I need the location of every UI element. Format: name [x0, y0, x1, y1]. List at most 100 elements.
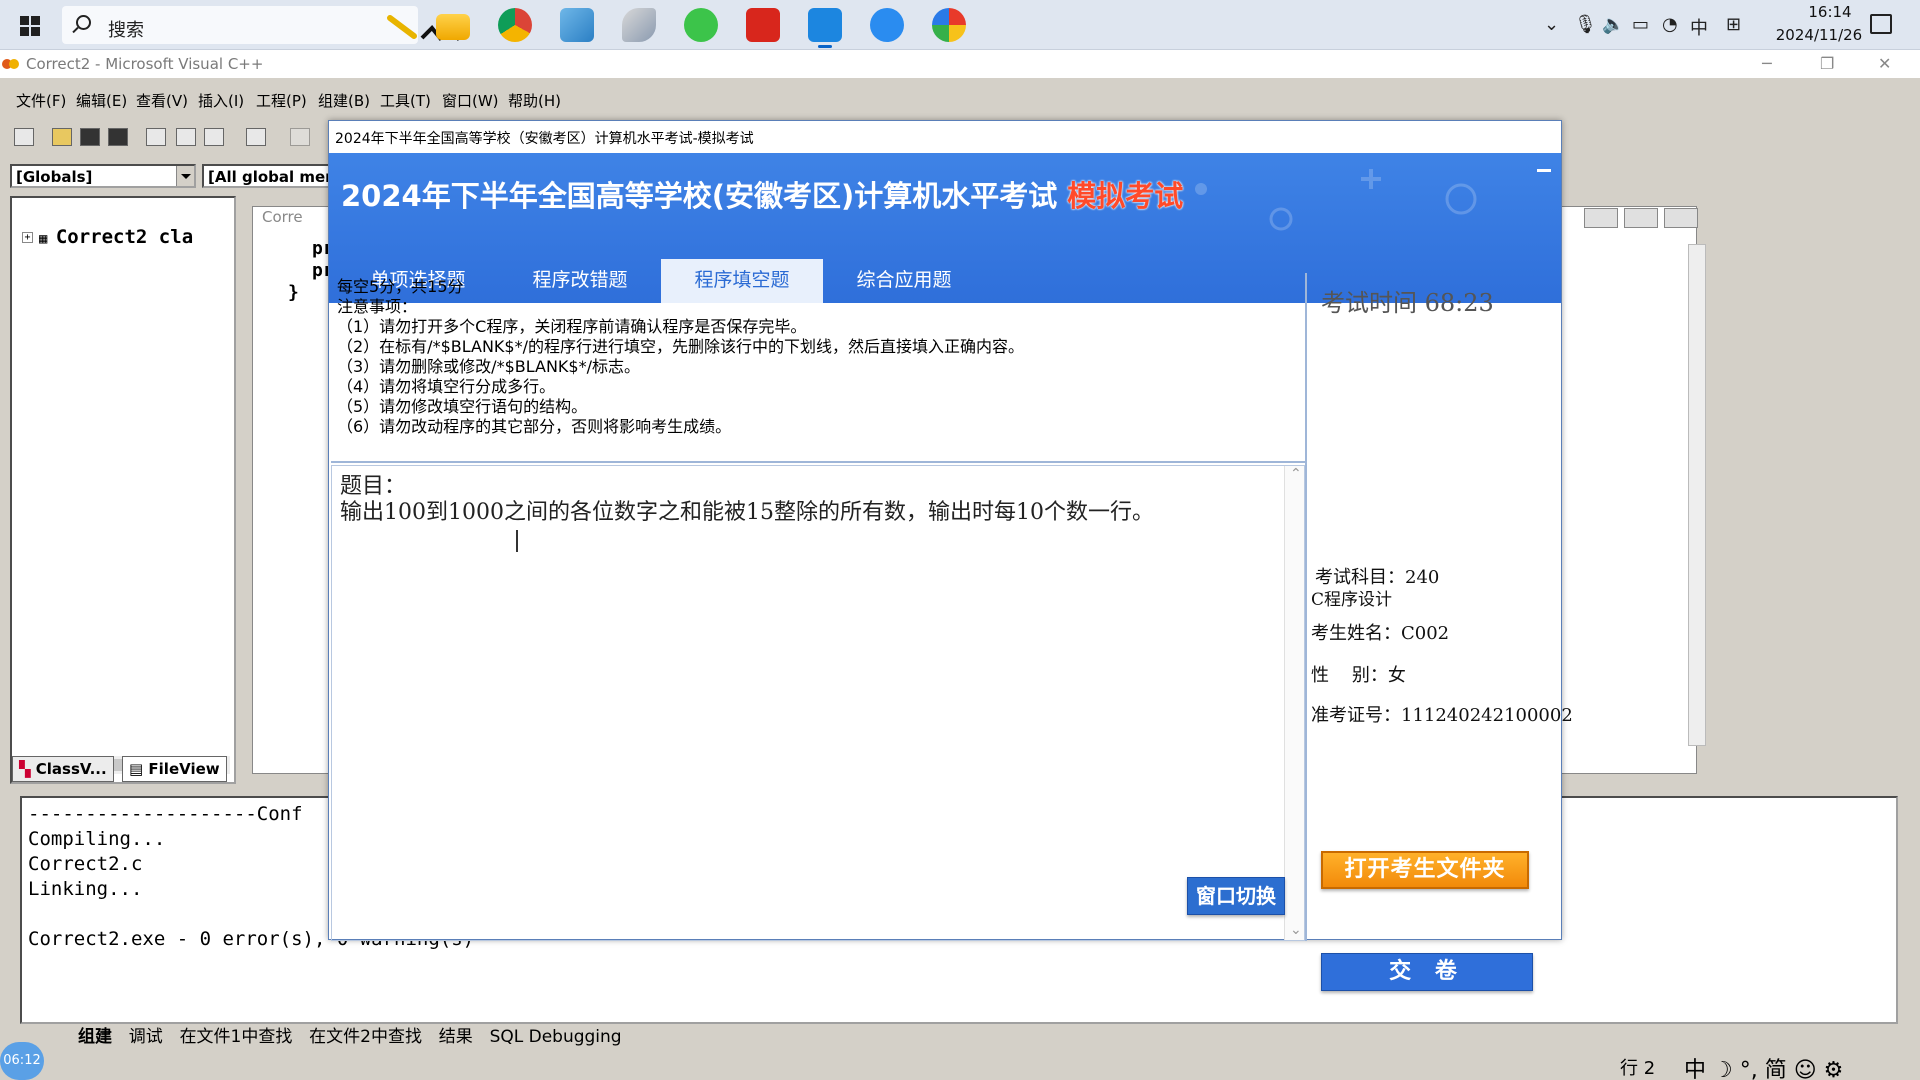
- new-file-icon[interactable]: [14, 128, 34, 146]
- menu-insert[interactable]: 插入(I): [198, 90, 244, 111]
- close-button[interactable]: ✕: [1878, 54, 1891, 73]
- acrobat-icon[interactable]: [746, 8, 780, 42]
- editor-tab-title: Corre: [262, 208, 303, 226]
- save-all-icon[interactable]: [108, 128, 128, 146]
- tab-find-in-files-1[interactable]: 在文件1中查找: [180, 1022, 293, 1047]
- members-combo[interactable]: [All global mem: [202, 164, 332, 188]
- code-line: }: [288, 282, 299, 303]
- file-explorer-icon[interactable]: [436, 14, 470, 40]
- chevron-down-icon[interactable]: [176, 166, 194, 186]
- mdi-restore-button[interactable]: [1624, 208, 1658, 228]
- output-tabs: 组建 调试 在文件1中查找 在文件2中查找 结果 SQL Debugging: [28, 1022, 634, 1047]
- editor-code[interactable]: pr pr }: [264, 238, 334, 304]
- question-body: 输出100到1000之间的各位数字之和能被15整除的所有数，输出时每10个数一行…: [340, 500, 1154, 525]
- menu-view[interactable]: 查看(V): [136, 90, 188, 111]
- text-cursor: [516, 530, 518, 552]
- recording-timer-badge[interactable]: 06:12: [0, 1042, 44, 1080]
- status-bar: 行 2 中 ☽ °, 简 ☺ ⚙: [0, 1050, 1920, 1080]
- expand-icon[interactable]: +: [22, 232, 33, 243]
- paint-app-icon[interactable]: [932, 8, 966, 42]
- question-vscrollbar[interactable]: [1284, 466, 1304, 940]
- subject-code: 240: [1405, 567, 1440, 588]
- tab-results[interactable]: 结果: [439, 1022, 473, 1047]
- taskbar: 搜索 ⌄ 🎙 🔈 ▭ ◔ 中 ⊞ 16:14 2024/11/26: [0, 0, 1920, 50]
- qq-browser-icon[interactable]: [870, 8, 904, 42]
- editor-vscrollbar[interactable]: [1688, 244, 1706, 746]
- open-folder-icon[interactable]: [52, 128, 72, 146]
- tab-debug[interactable]: 调试: [129, 1022, 163, 1047]
- workspace-tree-item[interactable]: + ▦ Correct2 cla: [22, 226, 193, 248]
- question-label: 题目：: [340, 474, 407, 499]
- globals-combo[interactable]: [Globals]: [10, 164, 196, 188]
- tree-item-label: Correct2 cla: [55, 226, 194, 248]
- undo-icon[interactable]: [246, 128, 266, 146]
- cut-icon[interactable]: [146, 128, 166, 146]
- menu-file[interactable]: 文件(F): [16, 90, 66, 111]
- menu-project[interactable]: 工程(P): [256, 90, 307, 111]
- wifi-icon[interactable]: ◔: [1662, 14, 1678, 35]
- tab-classview[interactable]: ▚ ClassV...: [12, 756, 114, 782]
- ime-toolbar-icons[interactable]: 中 ☽ °, 简 ☺ ⚙: [1684, 1052, 1843, 1080]
- submit-exam-button[interactable]: 交 卷: [1321, 953, 1533, 991]
- clock-time[interactable]: 16:14: [1788, 3, 1872, 21]
- notice-line: 注意事项：: [337, 297, 418, 316]
- menu-window[interactable]: 窗口(W): [442, 90, 499, 111]
- exam-window-title: 2024年下半年全国高等学校（安徽考区）计算机水平考试-模拟考试: [335, 131, 754, 147]
- classview-icon: ▚: [19, 760, 31, 778]
- menu-help[interactable]: 帮助(H): [508, 90, 561, 111]
- code-line: pr: [312, 238, 334, 259]
- save-icon[interactable]: [80, 128, 100, 146]
- notice-line: 每空5分，共15分: [337, 277, 464, 296]
- copy-icon[interactable]: [176, 128, 196, 146]
- vc-window-title: Correct2 - Microsoft Visual C++: [26, 55, 264, 73]
- mdi-close-button[interactable]: [1664, 208, 1698, 228]
- mdi-minimize-button[interactable]: [1584, 208, 1618, 228]
- chrome-icon[interactable]: [498, 8, 532, 42]
- tray-chevron-up-icon[interactable]: ⌄: [1544, 14, 1559, 35]
- vc-toolbar: [0, 120, 340, 154]
- exam-titlebar: 2024年下半年全国高等学校（安徽考区）计算机水平考试-模拟考试: [329, 121, 1561, 153]
- question-text: 题目： 输出100到1000之间的各位数字之和能被15整除的所有数，输出时每10…: [340, 474, 1240, 526]
- gender-label: 性 别：: [1311, 665, 1388, 686]
- heading-text: 2024年下半年全国高等学校(安徽考区)计算机水平考试: [341, 179, 1058, 213]
- ticket-value: 111240242100002: [1401, 705, 1573, 726]
- switch-window-button[interactable]: 窗口切换: [1187, 877, 1285, 915]
- wechat-icon[interactable]: [684, 8, 718, 42]
- taskbar-search-input[interactable]: 搜索: [62, 6, 470, 44]
- vc-titlebar: Correct2 - Microsoft Visual C++ ─ ❐ ✕: [0, 50, 1920, 78]
- workspace-pane: + ▦ Correct2 cla: [10, 196, 236, 784]
- ticket-number: 准考证号：111240242100002: [1311, 701, 1573, 727]
- exam-minimize-button[interactable]: [1529, 155, 1559, 183]
- menu-edit[interactable]: 编辑(E): [76, 90, 127, 111]
- ime-language-indicator[interactable]: 中: [1690, 14, 1708, 40]
- minimize-button[interactable]: ─: [1762, 54, 1772, 73]
- tab-find-in-files-2[interactable]: 在文件2中查找: [309, 1022, 422, 1047]
- redo-icon[interactable]: [290, 128, 310, 146]
- menu-tools[interactable]: 工具(T): [380, 90, 431, 111]
- exam-timer: 考试时间 68:23: [1321, 283, 1494, 318]
- notification-center-icon[interactable]: [1870, 14, 1892, 34]
- paste-icon[interactable]: [204, 128, 224, 146]
- remote-desktop-icon[interactable]: [808, 8, 842, 48]
- tab-sql-debugging[interactable]: SQL Debugging: [490, 1027, 622, 1047]
- notice-line: （4）请勿将填空行分成多行。: [337, 377, 556, 396]
- search-icon: [76, 15, 91, 30]
- notes-icon[interactable]: [560, 8, 594, 42]
- feather-app-icon[interactable]: [622, 8, 656, 42]
- clock-date[interactable]: 2024/11/26: [1764, 26, 1874, 44]
- restore-button[interactable]: ❐: [1820, 54, 1834, 73]
- tab-fileview[interactable]: ▤ FileView: [122, 756, 227, 782]
- notice-box: 每空5分，共15分 注意事项： （1）请勿打开多个C程序，关闭程序前请确认程序是…: [335, 273, 1305, 461]
- tab-build[interactable]: 组建: [78, 1022, 112, 1047]
- volume-icon[interactable]: 🔈: [1602, 14, 1624, 35]
- status-line-number: 行 2: [1620, 1058, 1656, 1079]
- microphone-icon[interactable]: 🎙: [1574, 14, 1597, 35]
- notice-line: （3）请勿删除或修改/*$BLANK$*/标志。: [337, 357, 640, 376]
- open-candidate-folder-button[interactable]: 打开考生文件夹: [1321, 851, 1529, 889]
- menu-build[interactable]: 组建(B): [318, 90, 370, 111]
- question-textarea[interactable]: 题目： 输出100到1000之间的各位数字之和能被15整除的所有数，输出时每10…: [331, 465, 1305, 941]
- ticket-label: 准考证号：: [1311, 705, 1401, 726]
- ime-keyboard-icon[interactable]: ⊞: [1726, 14, 1741, 35]
- windows-start-icon[interactable]: [12, 10, 48, 40]
- battery-icon[interactable]: ▭: [1632, 14, 1649, 35]
